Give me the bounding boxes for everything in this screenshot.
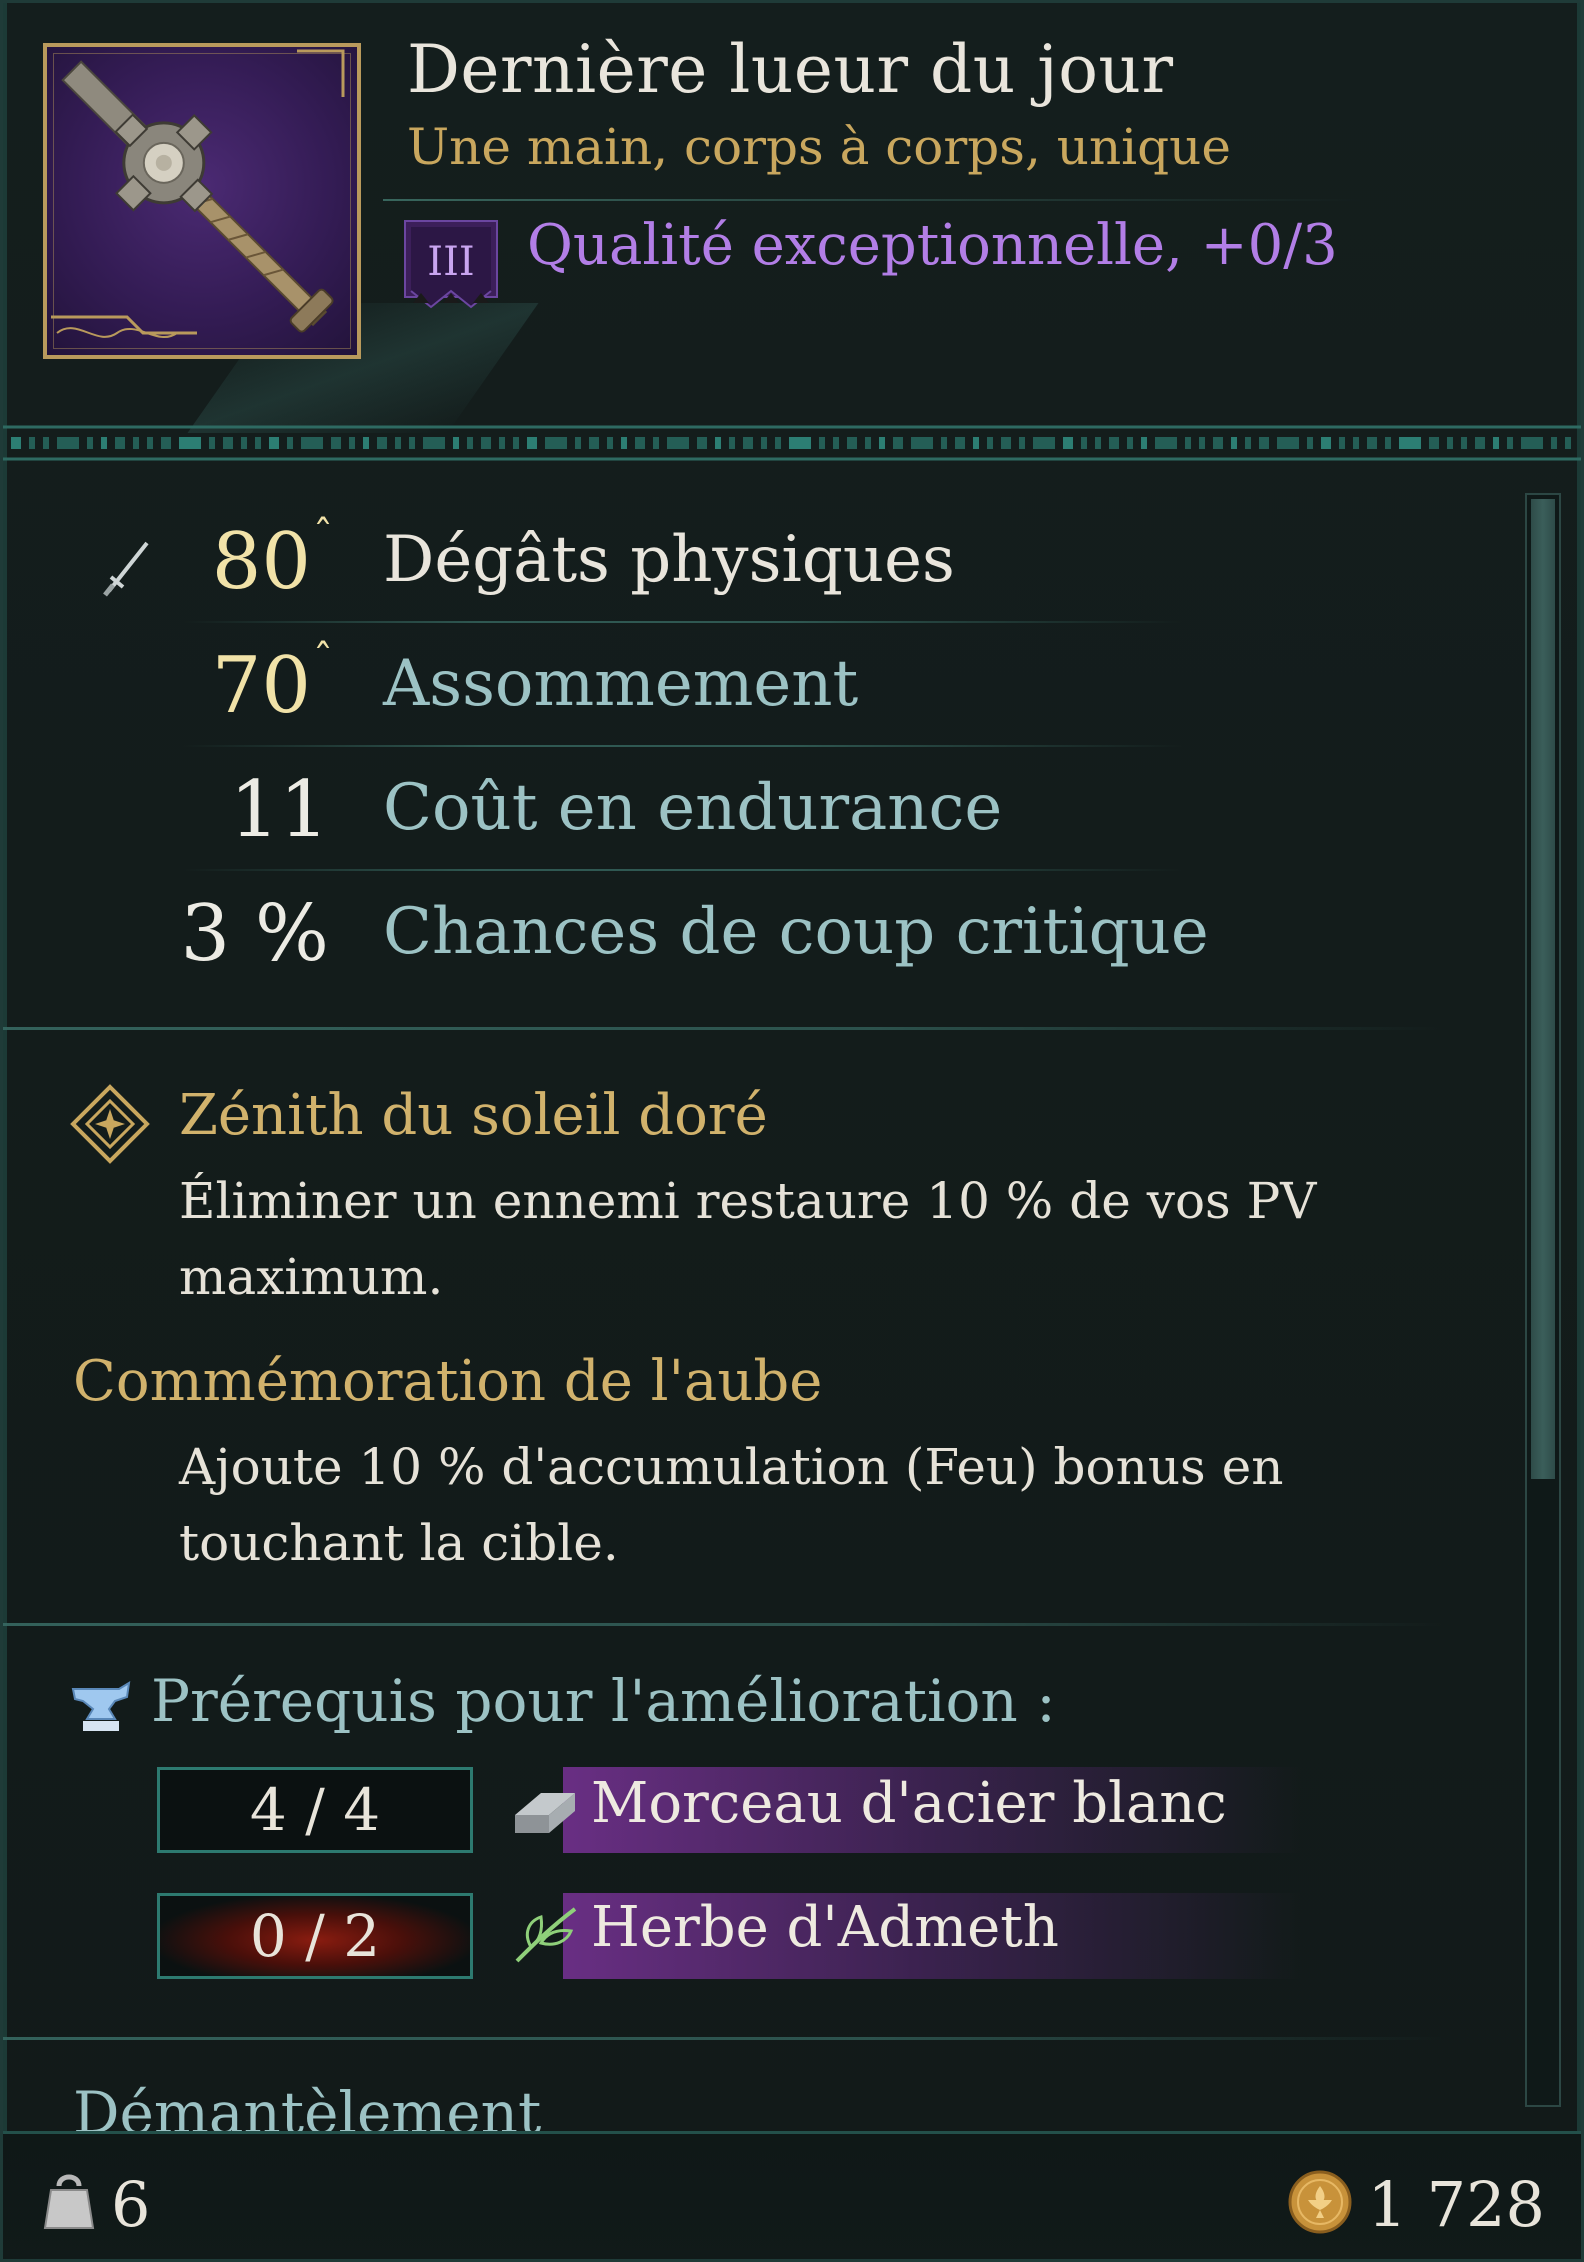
stat-separator: [183, 621, 1183, 623]
quality-tier-badge: III: [403, 217, 499, 313]
dismantle-title: Démantèlement: [73, 2079, 542, 2131]
quality-badge-icon: III: [404, 220, 498, 309]
stat-row-crit-chance: 3 % Chances de coup critique: [3, 889, 1208, 989]
material-name: Herbe d'Admeth: [591, 1895, 1059, 1960]
item-image-frame: [43, 43, 361, 359]
stat-value: 80ˆ: [211, 513, 333, 607]
perk-description: Ajoute 10 % d'accumulation (Feu) bonus e…: [179, 1438, 1284, 1572]
perk-title: Commémoration de l'aube: [73, 1349, 823, 1414]
stat-separator: [183, 869, 1183, 871]
material-count-insufficient: 0 / 2: [157, 1893, 473, 1979]
section-separator: [3, 2037, 1443, 2040]
svg-text:III: III: [427, 239, 474, 285]
upgrade-requirements-title: Prérequis pour l'amélioration :: [151, 1667, 1056, 1735]
quality-text: Qualité exceptionnelle, +0/3: [527, 213, 1338, 278]
material-count: 4 / 4: [157, 1767, 473, 1853]
dismantle-section: Démantèlement: [3, 2043, 1523, 2131]
section-separator: [3, 1027, 1443, 1030]
herb-leaf-icon: [511, 1903, 581, 1971]
header-divider-band: [3, 423, 1581, 463]
stat-row-stamina-cost: 11 Coût en endurance: [3, 765, 1203, 865]
stat-separator: [183, 745, 1183, 747]
perk-description: Éliminer un ennemi restaure 10 % de vos …: [179, 1172, 1317, 1306]
weight-icon: [43, 2170, 95, 2236]
item-tooltip-panel: Dernière lueur du jour Une main, corps à…: [0, 0, 1584, 2262]
scrollbar-thumb[interactable]: [1531, 499, 1555, 1479]
item-name: Dernière lueur du jour: [407, 31, 1174, 108]
stat-label: Chances de coup critique: [383, 895, 1209, 969]
diamond-rune-icon: [69, 1083, 151, 1169]
anvil-icon: [69, 1679, 133, 1739]
stat-row-physical-damage: 80ˆ Dégâts physiques: [3, 513, 1203, 617]
scrollbar[interactable]: [1525, 493, 1561, 2107]
perk-title: Zénith du soleil doré: [179, 1083, 768, 1148]
item-type-line: Une main, corps à corps, unique: [407, 118, 1231, 176]
item-weight: 6: [111, 2168, 151, 2241]
section-separator: [3, 1623, 1443, 1626]
item-header: Dernière lueur du jour Une main, corps à…: [3, 3, 1581, 433]
material-name: Morceau d'acier blanc: [591, 1771, 1227, 1836]
mace-weapon-icon: [51, 49, 345, 339]
stat-value: 3 %: [180, 889, 329, 979]
stat-label: Coût en endurance: [383, 771, 1003, 845]
coin-icon: [1288, 2170, 1352, 2249]
stat-label: Dégâts physiques: [383, 523, 955, 597]
steel-ingot-icon: [511, 1785, 579, 1841]
stat-value: 11: [229, 765, 329, 855]
sword-icon: [103, 537, 153, 601]
tooltip-footer: 6 1 728: [3, 2131, 1581, 2259]
stat-row-stun: 70ˆ Assommement: [3, 637, 1203, 741]
stat-label: Assommement: [383, 647, 859, 721]
item-value: 1 728: [1288, 2168, 1545, 2249]
stat-value: 70ˆ: [211, 637, 333, 731]
header-divider: [383, 199, 1363, 201]
